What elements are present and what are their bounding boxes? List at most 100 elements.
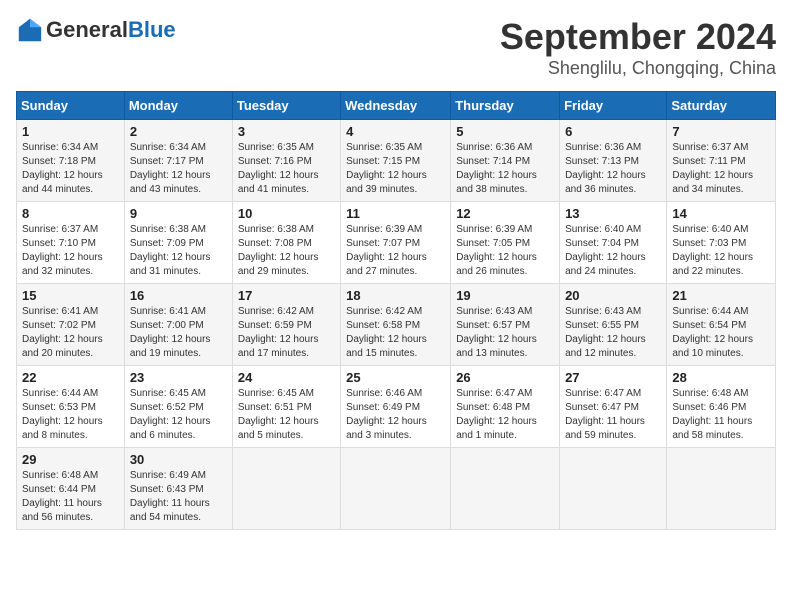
- calendar-cell: 3Sunrise: 6:35 AMSunset: 7:16 PMDaylight…: [232, 120, 340, 202]
- calendar-cell: 23 Sunrise: 6:45 AMSunset: 6:52 PMDayligh…: [124, 366, 232, 448]
- day-number: 6: [565, 124, 661, 139]
- calendar-cell: 8Sunrise: 6:37 AMSunset: 7:10 PMDaylight…: [17, 202, 125, 284]
- cell-content: Sunrise: 6:44 AMSunset: 6:54 PMDaylight:…: [672, 305, 770, 361]
- page-header: GeneralBlue September 2024 Shenglilu, Ch…: [16, 16, 776, 79]
- day-number: 18: [346, 288, 445, 303]
- day-number: 7: [672, 124, 770, 139]
- cell-content: Sunrise: 6:43 AMSunset: 6:57 PMDaylight:…: [456, 305, 554, 361]
- cell-content: Sunrise: 6:37 AMSunset: 7:11 PMDaylight:…: [672, 141, 770, 197]
- cell-content: Sunrise: 6:47 AMSunset: 6:47 PMDaylight:…: [565, 387, 661, 443]
- calendar-cell: [341, 448, 451, 530]
- cell-content: Sunrise: 6:48 AMSunset: 6:46 PMDaylight:…: [672, 387, 770, 443]
- calendar-cell: 18 Sunrise: 6:42 AMSunset: 6:58 PMDayligh…: [341, 284, 451, 366]
- month-title: September 2024: [500, 16, 776, 58]
- calendar-cell: 17 Sunrise: 6:42 AMSunset: 6:59 PMDayligh…: [232, 284, 340, 366]
- weekday-header-friday: Friday: [560, 92, 667, 120]
- day-number: 14: [672, 206, 770, 221]
- calendar-cell: 13Sunrise: 6:40 AMSunset: 7:04 PMDayligh…: [560, 202, 667, 284]
- cell-content: Sunrise: 6:36 AMSunset: 7:14 PMDaylight:…: [456, 141, 554, 197]
- calendar-cell: [667, 448, 776, 530]
- cell-content: Sunrise: 6:40 AMSunset: 7:04 PMDaylight:…: [565, 223, 661, 279]
- day-number: 26: [456, 370, 554, 385]
- cell-content: Sunrise: 6:38 AMSunset: 7:08 PMDaylight:…: [238, 223, 335, 279]
- cell-content: Sunrise: 6:42 AMSunset: 6:58 PMDaylight:…: [346, 305, 445, 361]
- cell-content: Sunrise: 6:37 AMSunset: 7:10 PMDaylight:…: [22, 223, 119, 279]
- calendar-week-row: 22 Sunrise: 6:44 AMSunset: 6:53 PMDayligh…: [17, 366, 776, 448]
- day-number: 24: [238, 370, 335, 385]
- day-number: 29: [22, 452, 119, 467]
- day-number: 17: [238, 288, 335, 303]
- day-number: 10: [238, 206, 335, 221]
- calendar-cell: 7 Sunrise: 6:37 AMSunset: 7:11 PMDaylight…: [667, 120, 776, 202]
- calendar-cell: 12Sunrise: 6:39 AMSunset: 7:05 PMDayligh…: [451, 202, 560, 284]
- calendar-cell: 27 Sunrise: 6:47 AMSunset: 6:47 PMDayligh…: [560, 366, 667, 448]
- calendar-cell: 2 Sunrise: 6:34 AMSunset: 7:17 PMDaylight…: [124, 120, 232, 202]
- calendar-cell: [560, 448, 667, 530]
- day-number: 4: [346, 124, 445, 139]
- day-number: 23: [130, 370, 227, 385]
- cell-content: Sunrise: 6:41 AMSunset: 7:02 PMDaylight:…: [22, 305, 119, 361]
- cell-content: Sunrise: 6:35 AMSunset: 7:16 PMDaylight:…: [238, 141, 335, 197]
- cell-content: Sunrise: 6:49 AMSunset: 6:43 PMDaylight:…: [130, 469, 227, 525]
- calendar-cell: 29 Sunrise: 6:48 AMSunset: 6:44 PMDayligh…: [17, 448, 125, 530]
- cell-content: Sunrise: 6:34 AMSunset: 7:17 PMDaylight:…: [130, 141, 227, 197]
- logo-icon: [16, 16, 44, 44]
- calendar-week-row: 29 Sunrise: 6:48 AMSunset: 6:44 PMDayligh…: [17, 448, 776, 530]
- weekday-header-monday: Monday: [124, 92, 232, 120]
- day-number: 12: [456, 206, 554, 221]
- calendar-cell: 22 Sunrise: 6:44 AMSunset: 6:53 PMDayligh…: [17, 366, 125, 448]
- calendar-cell: 11 Sunrise: 6:39 AMSunset: 7:07 PMDayligh…: [341, 202, 451, 284]
- cell-content: Sunrise: 6:46 AMSunset: 6:49 PMDaylight:…: [346, 387, 445, 443]
- weekday-header-sunday: Sunday: [17, 92, 125, 120]
- calendar-cell: 20 Sunrise: 6:43 AMSunset: 6:55 PMDayligh…: [560, 284, 667, 366]
- cell-content: Sunrise: 6:38 AMSunset: 7:09 PMDaylight:…: [130, 223, 227, 279]
- calendar-cell: 14 Sunrise: 6:40 AMSunset: 7:03 PMDayligh…: [667, 202, 776, 284]
- day-number: 27: [565, 370, 661, 385]
- day-number: 25: [346, 370, 445, 385]
- calendar-week-row: 15Sunrise: 6:41 AMSunset: 7:02 PMDayligh…: [17, 284, 776, 366]
- weekday-header-tuesday: Tuesday: [232, 92, 340, 120]
- weekday-header-saturday: Saturday: [667, 92, 776, 120]
- day-number: 16: [130, 288, 227, 303]
- calendar-cell: 1 Sunrise: 6:34 AMSunset: 7:18 PMDaylight…: [17, 120, 125, 202]
- day-number: 20: [565, 288, 661, 303]
- logo-blue-text: Blue: [128, 17, 176, 43]
- location-title: Shenglilu, Chongqing, China: [500, 58, 776, 79]
- cell-content: Sunrise: 6:39 AMSunset: 7:07 PMDaylight:…: [346, 223, 445, 279]
- day-number: 5: [456, 124, 554, 139]
- calendar-cell: 25 Sunrise: 6:46 AMSunset: 6:49 PMDayligh…: [341, 366, 451, 448]
- calendar-cell: 15Sunrise: 6:41 AMSunset: 7:02 PMDayligh…: [17, 284, 125, 366]
- cell-content: Sunrise: 6:41 AMSunset: 7:00 PMDaylight:…: [130, 305, 227, 361]
- calendar-cell: 21 Sunrise: 6:44 AMSunset: 6:54 PMDayligh…: [667, 284, 776, 366]
- cell-content: Sunrise: 6:43 AMSunset: 6:55 PMDaylight:…: [565, 305, 661, 361]
- cell-content: Sunrise: 6:42 AMSunset: 6:59 PMDaylight:…: [238, 305, 335, 361]
- day-number: 11: [346, 206, 445, 221]
- cell-content: Sunrise: 6:44 AMSunset: 6:53 PMDaylight:…: [22, 387, 119, 443]
- calendar-cell: 24 Sunrise: 6:45 AMSunset: 6:51 PMDayligh…: [232, 366, 340, 448]
- title-block: September 2024 Shenglilu, Chongqing, Chi…: [500, 16, 776, 79]
- calendar-table: SundayMondayTuesdayWednesdayThursdayFrid…: [16, 91, 776, 530]
- day-number: 30: [130, 452, 227, 467]
- day-number: 21: [672, 288, 770, 303]
- day-number: 2: [130, 124, 227, 139]
- calendar-cell: 4Sunrise: 6:35 AMSunset: 7:15 PMDaylight…: [341, 120, 451, 202]
- weekday-header-row: SundayMondayTuesdayWednesdayThursdayFrid…: [17, 92, 776, 120]
- day-number: 22: [22, 370, 119, 385]
- cell-content: Sunrise: 6:45 AMSunset: 6:51 PMDaylight:…: [238, 387, 335, 443]
- calendar-cell: 6Sunrise: 6:36 AMSunset: 7:13 PMDaylight…: [560, 120, 667, 202]
- calendar-cell: 16 Sunrise: 6:41 AMSunset: 7:00 PMDayligh…: [124, 284, 232, 366]
- day-number: 1: [22, 124, 119, 139]
- weekday-header-wednesday: Wednesday: [341, 92, 451, 120]
- logo-general-text: General: [46, 17, 128, 43]
- day-number: 9: [130, 206, 227, 221]
- cell-content: Sunrise: 6:48 AMSunset: 6:44 PMDaylight:…: [22, 469, 119, 525]
- cell-content: Sunrise: 6:40 AMSunset: 7:03 PMDaylight:…: [672, 223, 770, 279]
- cell-content: Sunrise: 6:47 AMSunset: 6:48 PMDaylight:…: [456, 387, 554, 443]
- calendar-cell: 10 Sunrise: 6:38 AMSunset: 7:08 PMDayligh…: [232, 202, 340, 284]
- cell-content: Sunrise: 6:45 AMSunset: 6:52 PMDaylight:…: [130, 387, 227, 443]
- day-number: 19: [456, 288, 554, 303]
- calendar-week-row: 8Sunrise: 6:37 AMSunset: 7:10 PMDaylight…: [17, 202, 776, 284]
- cell-content: Sunrise: 6:34 AMSunset: 7:18 PMDaylight:…: [22, 141, 119, 197]
- calendar-cell: 5 Sunrise: 6:36 AMSunset: 7:14 PMDaylight…: [451, 120, 560, 202]
- calendar-week-row: 1 Sunrise: 6:34 AMSunset: 7:18 PMDaylight…: [17, 120, 776, 202]
